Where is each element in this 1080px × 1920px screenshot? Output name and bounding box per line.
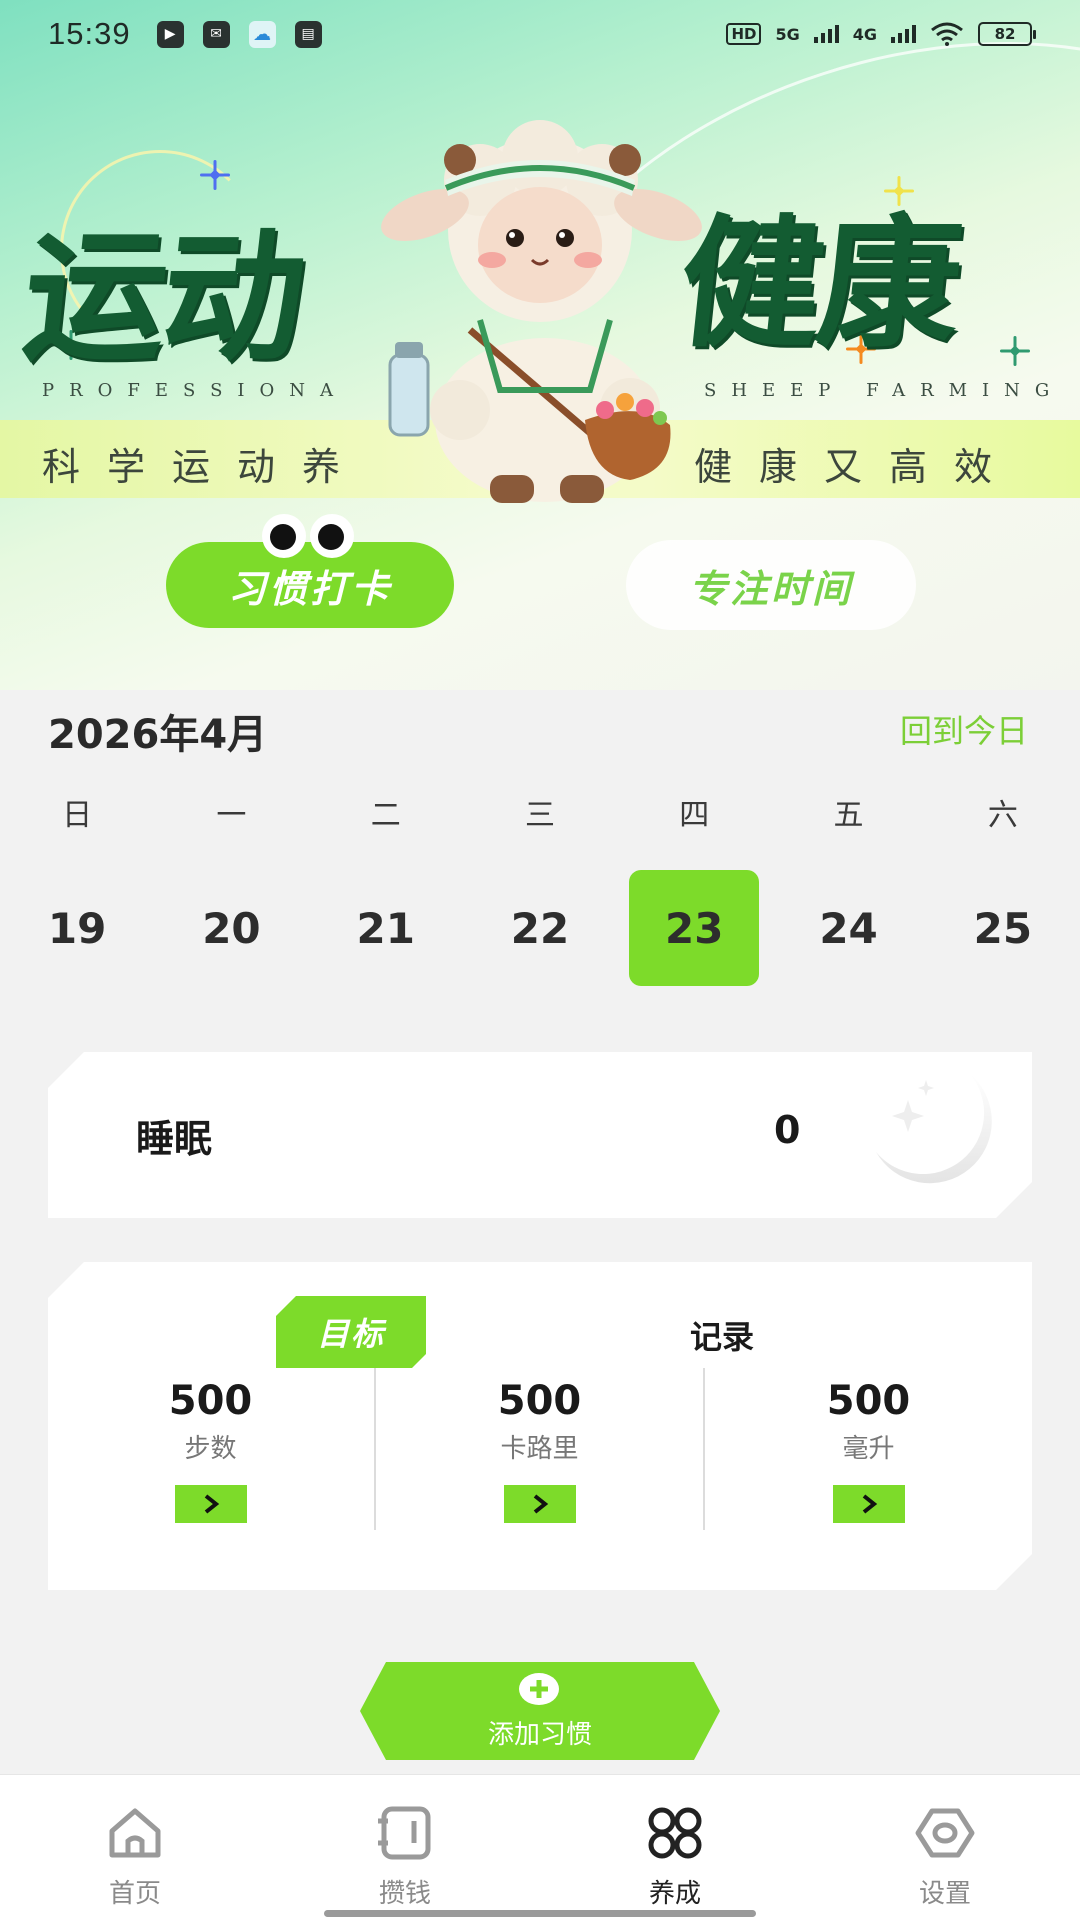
- battery-icon: 82: [978, 22, 1036, 46]
- hero-banner: 15:39 ▶ ✉ ☁ ▤ HD 5G 4G 82 运动 健康 PROFESSI…: [0, 0, 1080, 690]
- cloud-icon: ☁: [248, 20, 276, 48]
- home-indicator[interactable]: [324, 1910, 756, 1917]
- metric-go-button[interactable]: [832, 1485, 905, 1523]
- sheep-mascot-illustration: [381, 120, 702, 503]
- hero-subtitle-en-left: PROFESSIONA: [42, 380, 349, 401]
- calendar-date[interactable]: 22: [463, 870, 617, 986]
- nav-item-nurture[interactable]: 养成: [540, 1775, 810, 1920]
- date-row: 19 20 21 22 23 24 25: [0, 870, 1080, 986]
- metric-go-button[interactable]: [503, 1485, 576, 1523]
- tab-eyes-decoration: [262, 514, 362, 558]
- grid-icon: [648, 1807, 702, 1859]
- sparkle-icon: [1000, 336, 1030, 366]
- calendar-date[interactable]: 20: [154, 870, 308, 986]
- signal-4g-label: 4G: [852, 24, 877, 44]
- tab-record[interactable]: 记录: [690, 1312, 754, 1358]
- metric-steps: 500 步数: [46, 1378, 375, 1523]
- weekday-label: 二: [370, 798, 401, 833]
- chevron-right-icon: [533, 1494, 548, 1514]
- metric-value: 500: [826, 1378, 911, 1424]
- weekday-header: 日 一 二 三 四 五 六: [0, 790, 1080, 834]
- hero-band-text-right: 健康又高效: [694, 445, 1020, 489]
- weekday-label: 六: [987, 798, 1018, 833]
- signal-5g-icon: [813, 25, 839, 43]
- nav-item-home[interactable]: 首页: [0, 1775, 270, 1920]
- month-title[interactable]: 2026年4月: [48, 702, 267, 760]
- wifi-icon: [931, 22, 963, 46]
- calendar-date[interactable]: 21: [309, 870, 463, 986]
- nav-item-settings[interactable]: 设置: [810, 1775, 1080, 1920]
- mail-icon: ✉: [202, 20, 230, 48]
- metric-value: 500: [168, 1378, 253, 1424]
- metric-label: 步数: [184, 1434, 237, 1464]
- hd-indicator: HD: [726, 23, 762, 45]
- notebook-icon: [378, 1806, 431, 1860]
- hero-band-text-left: 科学运动养: [42, 445, 368, 489]
- bottom-nav: 首页 攒钱 养成 设置: [0, 1774, 1080, 1920]
- status-bar: 15:39 ▶ ✉ ☁ ▤ HD 5G 4G 82: [0, 0, 1080, 68]
- signal-5g-label: 5G: [775, 24, 800, 44]
- metric-value: 500: [497, 1378, 582, 1424]
- nav-item-savings[interactable]: 攒钱: [270, 1775, 540, 1920]
- media-icon: ▶: [156, 20, 184, 48]
- add-habit-button[interactable]: 添加习惯: [360, 1662, 720, 1760]
- weekday-label: 四: [679, 798, 710, 833]
- nav-label: 养成: [648, 1879, 701, 1909]
- nav-label: 设置: [918, 1879, 971, 1909]
- sleep-label: 睡眠: [136, 1117, 213, 1161]
- nav-label: 攒钱: [378, 1879, 431, 1909]
- card-icon: ▤: [294, 20, 322, 48]
- weekday-label: 五: [833, 798, 864, 833]
- metric-calories: 500 卡路里: [375, 1378, 704, 1523]
- metric-water: 500 毫升: [704, 1378, 1033, 1523]
- calendar-date[interactable]: 19: [0, 870, 154, 986]
- metric-label: 毫升: [842, 1434, 895, 1464]
- metric-label: 卡路里: [500, 1434, 579, 1464]
- nav-label: 首页: [108, 1879, 161, 1909]
- settings-icon: [915, 1808, 975, 1858]
- plus-icon: [518, 1672, 560, 1706]
- tab-goal[interactable]: 目标: [276, 1296, 426, 1368]
- add-habit-label: 添加习惯: [487, 1720, 592, 1750]
- back-to-today-link[interactable]: 回到今日: [900, 706, 1028, 752]
- sleep-value: 0: [774, 1108, 801, 1152]
- sleep-card[interactable]: 睡眠 0: [48, 1052, 1032, 1218]
- moon-icon: [862, 1064, 1022, 1204]
- hero-subtitle-en-right: SHEEP FARMING: [704, 380, 1065, 401]
- weekday-label: 一: [216, 798, 247, 833]
- status-time: 15:39: [48, 16, 131, 51]
- signal-4g-icon: [891, 25, 916, 43]
- status-right: HD 5G 4G 82: [726, 22, 1036, 46]
- calendar-date-selected[interactable]: 23: [617, 870, 771, 986]
- calendar-date[interactable]: 25: [926, 870, 1080, 986]
- chevron-right-icon: [862, 1494, 877, 1514]
- chevron-right-icon: [204, 1494, 219, 1514]
- weekday-label: 日: [62, 798, 93, 833]
- hero-title-left: 运动: [15, 216, 310, 381]
- metric-go-button[interactable]: [174, 1485, 247, 1523]
- calendar-date[interactable]: 24: [771, 870, 925, 986]
- weekday-label: 三: [524, 798, 555, 833]
- home-icon: [109, 1808, 161, 1858]
- tab-focus-time[interactable]: 专注时间: [626, 540, 916, 630]
